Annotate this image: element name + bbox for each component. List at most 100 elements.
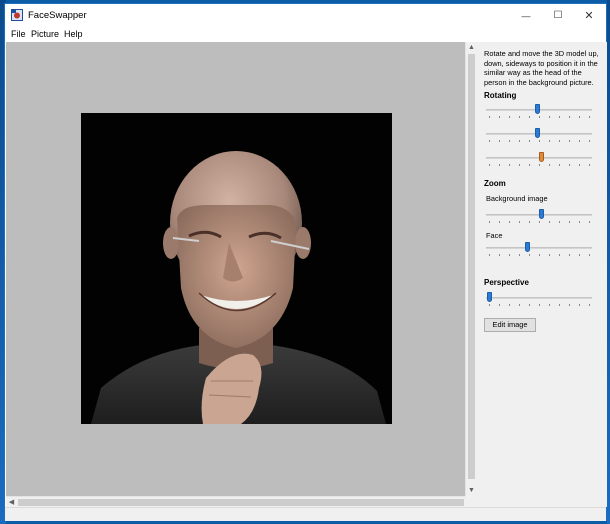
scrollbar-corner <box>465 496 476 507</box>
slider-tick <box>569 164 570 166</box>
slider-tick <box>549 221 550 223</box>
portrait-illustration <box>91 151 386 424</box>
vertical-scrollbar[interactable]: ▲ ▼ <box>465 42 476 496</box>
slider-tick <box>519 140 520 142</box>
vertical-scroll-thumb[interactable] <box>468 54 475 479</box>
rotating-heading: Rotating <box>484 91 517 100</box>
slider-tick <box>539 140 540 142</box>
slider-tick <box>539 254 540 256</box>
zoom-background-slider[interactable] <box>484 209 594 225</box>
slider-tick <box>489 116 490 118</box>
slider-tick <box>539 221 540 223</box>
minimize-button[interactable]: — <box>511 4 541 27</box>
slider-tick <box>549 116 550 118</box>
menu-picture[interactable]: Picture <box>31 29 59 39</box>
slider-tick <box>499 164 500 166</box>
slider-tick <box>499 221 500 223</box>
slider-tick <box>499 304 500 306</box>
slider-tick <box>589 221 590 223</box>
slider-tick <box>549 254 550 256</box>
slider-tick <box>589 116 590 118</box>
zoom-face-slider[interactable] <box>484 242 594 258</box>
face-label: Face <box>486 231 503 240</box>
slider-thumb[interactable] <box>539 209 544 219</box>
slider-tick <box>569 116 570 118</box>
slider-tick <box>559 164 560 166</box>
slider-tick <box>549 140 550 142</box>
horizontal-scrollbar[interactable]: ◀ ▶ <box>6 496 476 507</box>
slider-tick <box>509 140 510 142</box>
slider-tick <box>579 304 580 306</box>
slider-tick <box>579 116 580 118</box>
close-button[interactable]: ✕ <box>574 4 604 27</box>
slider-tick <box>589 304 590 306</box>
rotate-slider-3[interactable] <box>484 152 594 168</box>
slider-tick <box>549 304 550 306</box>
slider-thumb[interactable] <box>487 292 492 302</box>
slider-tick <box>499 116 500 118</box>
slider-tick <box>529 304 530 306</box>
slider-tick <box>529 164 530 166</box>
slider-tick <box>489 254 490 256</box>
slider-tick <box>589 164 590 166</box>
slider-tick <box>539 164 540 166</box>
slider-tick <box>499 140 500 142</box>
slider-tick <box>499 254 500 256</box>
slider-tick <box>539 304 540 306</box>
perspective-slider[interactable] <box>484 292 594 308</box>
close-icon: ✕ <box>584 10 594 22</box>
slider-tick <box>489 140 490 142</box>
background-image-label: Background image <box>486 194 548 203</box>
faceswapper-app-icon <box>11 9 23 21</box>
status-bar <box>5 507 606 521</box>
control-panel: Rotate and move the 3D model up, down, s… <box>476 42 607 507</box>
rotate-slider-2[interactable] <box>484 128 594 144</box>
menu-help[interactable]: Help <box>64 29 83 39</box>
edit-image-button[interactable]: Edit image <box>484 318 536 332</box>
slider-tick <box>509 116 510 118</box>
instructions-text: Rotate and move the 3D model up, down, s… <box>484 49 599 87</box>
slider-tick <box>519 221 520 223</box>
menu-bar: File Picture Help <box>5 27 606 42</box>
slider-tick <box>519 254 520 256</box>
slider-tick <box>529 254 530 256</box>
slider-track[interactable] <box>486 297 592 299</box>
slider-thumb[interactable] <box>525 242 530 252</box>
slider-tick <box>579 254 580 256</box>
zoom-heading: Zoom <box>484 179 506 188</box>
slider-tick <box>559 254 560 256</box>
title-bar[interactable]: FaceSwapper — ☐ ✕ <box>5 4 606 27</box>
slider-tick <box>529 116 530 118</box>
slider-tick <box>539 116 540 118</box>
slider-tick <box>559 221 560 223</box>
slider-tick <box>519 116 520 118</box>
slider-tick <box>569 221 570 223</box>
slider-tick <box>579 140 580 142</box>
slider-thumb[interactable] <box>535 104 540 114</box>
slider-tick <box>569 254 570 256</box>
slider-tick <box>589 254 590 256</box>
image-canvas[interactable] <box>6 42 465 496</box>
slider-tick <box>569 304 570 306</box>
window-title: FaceSwapper <box>28 10 87 21</box>
slider-tick <box>509 304 510 306</box>
slider-tick <box>509 164 510 166</box>
maximize-icon: ☐ <box>553 10 563 21</box>
slider-tick <box>489 164 490 166</box>
slider-thumb[interactable] <box>535 128 540 138</box>
slider-tick <box>579 164 580 166</box>
slider-tick <box>559 140 560 142</box>
maximize-button[interactable]: ☐ <box>543 4 573 27</box>
rotate-slider-1[interactable] <box>484 104 594 120</box>
slider-tick <box>529 140 530 142</box>
slider-tick <box>489 304 490 306</box>
face-swap-photo[interactable] <box>81 113 392 424</box>
menu-file[interactable]: File <box>11 29 26 39</box>
slider-tick <box>559 116 560 118</box>
perspective-heading: Perspective <box>484 278 529 287</box>
horizontal-scroll-thumb[interactable] <box>18 499 464 506</box>
slider-thumb[interactable] <box>539 152 544 162</box>
slider-tick <box>519 164 520 166</box>
slider-tick <box>489 221 490 223</box>
slider-track[interactable] <box>486 247 592 249</box>
